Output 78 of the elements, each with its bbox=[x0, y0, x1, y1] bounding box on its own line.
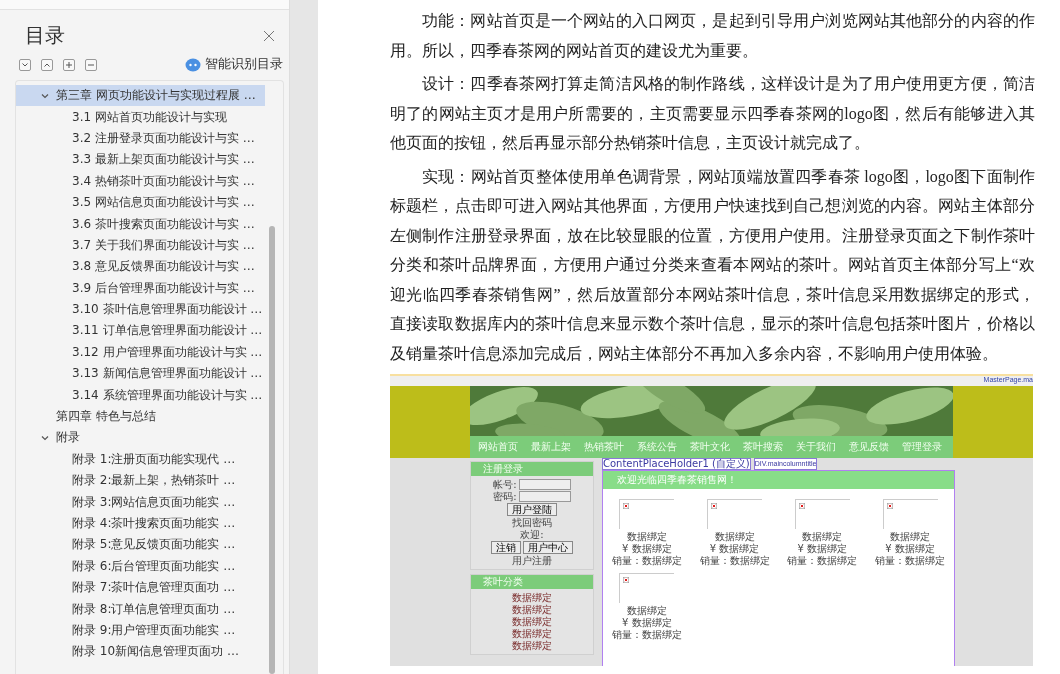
toc-item[interactable]: 3.14 系统管理界面功能设计与实 … bbox=[16, 384, 265, 406]
toc-item[interactable]: 3.1 网站首页功能设计与实现 bbox=[16, 106, 265, 128]
input-field[interactable] bbox=[518, 479, 571, 490]
broken-image-icon bbox=[711, 503, 718, 509]
toc-item[interactable]: 3.7 关于我们界面功能设计与实 … bbox=[16, 234, 265, 257]
toc-item[interactable]: 3.8 意见反馈界面功能设计与实 … bbox=[16, 256, 265, 278]
category-link[interactable]: 数据绑定 bbox=[512, 592, 552, 603]
placeholder-label: ContentPlaceHolder1 (自定义) bbox=[602, 458, 751, 470]
panel-title: 茶叶分类 bbox=[471, 575, 593, 589]
toc-item[interactable]: 附录 5:意见反馈页面功能实 … bbox=[16, 534, 265, 556]
category-link[interactable]: 数据绑定 bbox=[512, 604, 552, 615]
toc-item[interactable]: 附录 9:用户管理页面功能实 … bbox=[16, 619, 265, 642]
toc-item[interactable]: 附录 1:注册页面功能实现代 … bbox=[16, 448, 265, 471]
toc-item[interactable]: 附录 2:最新上架，热销茶叶 … bbox=[16, 470, 265, 492]
sidebar-title: 目录 bbox=[25, 22, 65, 49]
user-center-button[interactable]: 用户中心 bbox=[523, 541, 573, 554]
chevron-down-icon[interactable] bbox=[19, 58, 31, 71]
toc-item[interactable]: 附录 10新闻信息管理页面功 … bbox=[16, 641, 265, 663]
toc-item[interactable]: 3.4 热销茶叶页面功能设计与实 … bbox=[16, 170, 265, 192]
minus-icon[interactable] bbox=[85, 58, 97, 71]
product-sales: 销量：数据绑定 bbox=[699, 555, 770, 567]
toc-item[interactable]: 附录 6:后台管理页面功能实 … bbox=[16, 555, 265, 577]
toc-item[interactable]: 3.12 用户管理界面功能设计与实 … bbox=[16, 341, 265, 364]
product-sales: 销量：数据绑定 bbox=[787, 555, 858, 567]
plus-icon[interactable] bbox=[63, 58, 75, 71]
forgot-link[interactable]: 找回密码 bbox=[512, 517, 552, 528]
logout-button[interactable]: 注销 bbox=[491, 541, 521, 554]
chevron-up-icon[interactable] bbox=[41, 58, 53, 71]
paragraph: 设计：四季春茶网打算走简洁风格的制作路线，这样设计是为了用户使用更方便，简洁明了的网站主页才是用户所需要的，主页需要显示四季春茶网的logo图，然后有能够进入其他页面的按钮，然后再显示部分热销茶叶信息，主页设计就完成了。 bbox=[390, 74, 1035, 153]
field-label: 帐号: bbox=[493, 479, 517, 490]
broken-image-icon bbox=[623, 577, 630, 583]
paragraph: 实现：网站首页整体使用单色调背景，网站顶端放置四季春茶 logo图，logo图下面制作标题栏，点击即可进入网站其他界面，方便用户快速找到自己想浏览的内容。网站主体部分左侧制作注册登录界面，放在比较显眼的位置，方便用户使用。注册登录页面之下制作茶叶分类和茶叶品牌界面，方便用户通过分类来查看本网站的茶叶。网站首页主体部分写上“欢迎光临四季春茶销售网”，然后放置部分本网站茶叶信息，茶叶信息采用数据绑定的形式，直接读取数据库内的茶叶信息来显示数个茶叶信息，显示的茶叶信息包括茶叶图片，价格以及销量茶叶信息添加完成后，网站主体部分不再加入多余内容，不影响用户使用体验。 bbox=[390, 166, 1035, 364]
toc-item[interactable]: 3.3 最新上架页面功能设计与实 … bbox=[16, 149, 265, 171]
toc-item[interactable]: 附录 8:订单信息管理页面功 … bbox=[16, 598, 265, 620]
product-name: 数据绑定 bbox=[626, 531, 667, 543]
toc-item[interactable]: 附录 3:网站信息页面功能实 … bbox=[16, 491, 265, 513]
product-sales: 销量：数据绑定 bbox=[611, 629, 682, 641]
input-field[interactable] bbox=[518, 491, 571, 502]
product-price: ¥ 数据绑定 bbox=[622, 543, 672, 555]
toc-item[interactable]: 附录 7:茶叶信息管理页面功 … bbox=[16, 577, 265, 599]
toc-item[interactable]: 第三章 网页功能设计与实现过程展 … bbox=[16, 85, 265, 107]
broken-image-icon bbox=[623, 503, 630, 509]
cloud-icon bbox=[185, 57, 201, 72]
toc-item[interactable]: 3.10 茶叶信息管理界面功能设计 … bbox=[16, 298, 265, 321]
toc-item[interactable]: 3.11 订单信息管理界面功能设计 … bbox=[16, 320, 265, 342]
welcome-title: 欢迎光临四季春茶销售网！ bbox=[603, 471, 954, 489]
field-label: 密码: bbox=[493, 491, 517, 502]
product-name: 数据绑定 bbox=[626, 605, 667, 617]
toc-item[interactable]: 附录 4:茶叶搜索页面功能实 … bbox=[16, 512, 265, 535]
category-link[interactable]: 数据绑定 bbox=[512, 640, 552, 651]
category-link[interactable]: 数据绑定 bbox=[512, 616, 552, 627]
paragraph: 功能：网站首页是一个网站的入口网页，是起到引导用户浏览网站其他部分的内容的作用。所以，四季春茶网的网站首页的建设尤为重要。 bbox=[390, 11, 1035, 61]
product-price: ¥ 数据绑定 bbox=[885, 543, 935, 555]
toc-item[interactable]: 附录 bbox=[16, 427, 265, 449]
product-price: ¥ 数据绑定 bbox=[709, 543, 760, 555]
toc-item[interactable]: 3.6 茶叶搜索页面功能设计与实 … bbox=[16, 213, 265, 235]
scrollbar[interactable] bbox=[269, 226, 275, 674]
product-name: 数据绑定 bbox=[890, 531, 931, 543]
product-name: 数据绑定 bbox=[714, 531, 755, 543]
register-link[interactable]: 用户注册 bbox=[512, 555, 552, 566]
product-sales: 销量：数据绑定 bbox=[875, 555, 946, 567]
smart-toc-button[interactable]: 智能识别目录 bbox=[185, 56, 283, 73]
broken-image-icon bbox=[798, 503, 805, 509]
product-name: 数据绑定 bbox=[802, 531, 843, 543]
close-icon[interactable] bbox=[263, 29, 275, 42]
category-link[interactable]: 数据绑定 bbox=[512, 628, 552, 639]
panel-title: 注册登录 bbox=[471, 462, 593, 476]
product-price: ¥ 数据绑定 bbox=[797, 543, 848, 555]
product-sales: 销量：数据绑定 bbox=[611, 555, 682, 567]
login-button[interactable]: 用户登陆 bbox=[507, 503, 557, 516]
toc-item[interactable]: 3.9 后台管理界面功能设计与实 … bbox=[16, 277, 265, 299]
welcome-label: 欢迎: bbox=[520, 529, 544, 540]
toc-item[interactable]: 第四章 特色与总结 bbox=[16, 405, 265, 428]
toc-item[interactable]: 3.13 新闻信息管理界面功能设计 … bbox=[16, 363, 265, 385]
toc-item[interactable]: 3.5 网站信息页面功能设计与实 … bbox=[16, 191, 265, 214]
product-price: ¥ 数据绑定 bbox=[622, 617, 672, 629]
toc-item[interactable]: 3.2 注册登录页面功能设计与实 … bbox=[16, 127, 265, 150]
broken-image-icon bbox=[886, 503, 893, 509]
